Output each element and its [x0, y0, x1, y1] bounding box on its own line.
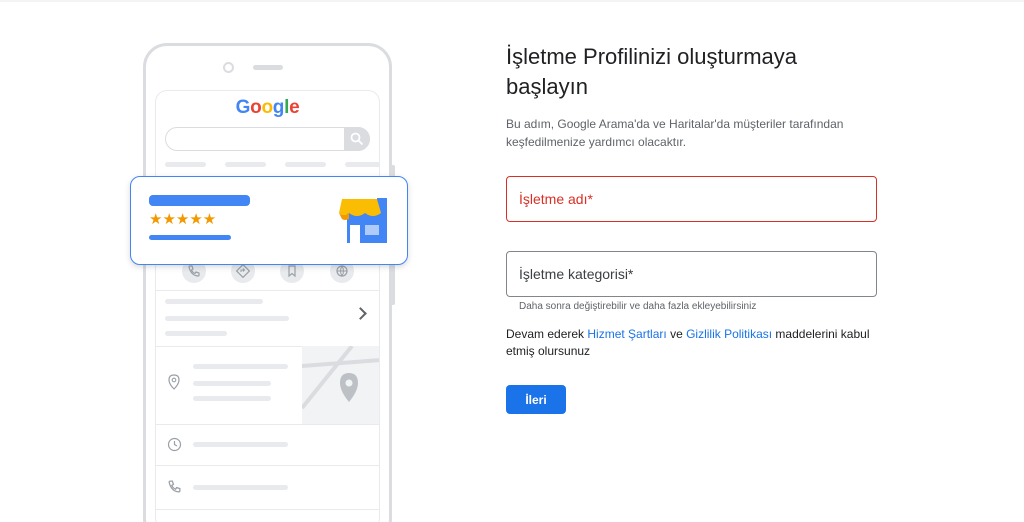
clock-icon [167, 437, 182, 452]
illustration-divider [156, 509, 379, 510]
privacy-policy-link[interactable]: Gizlilik Politikası [686, 327, 772, 341]
page-subtitle: Bu adım, Google Arama'da ve Haritalar'da… [506, 116, 886, 151]
illustration-tab [225, 162, 266, 167]
illustration-tab [345, 162, 379, 167]
page-title-line2: başlayın [506, 74, 588, 99]
star-glyphs: ★★★★★ [149, 211, 217, 228]
illustration-text-line [165, 299, 263, 304]
google-logo: Google [156, 97, 379, 119]
illustration-search-button [344, 127, 370, 151]
location-pin-icon [168, 374, 180, 390]
logo-letter-g2: g [272, 97, 285, 118]
logo-letter-e: e [289, 97, 300, 118]
terms-notice: Devam ederek Hizmet Şartları ve Gizlilik… [506, 326, 886, 360]
business-category-field[interactable] [506, 251, 877, 297]
phone-icon [188, 265, 200, 277]
illustration-search-bar [165, 127, 370, 151]
bookmark-icon [288, 265, 296, 278]
search-icon [350, 132, 364, 146]
illustration-text-line [193, 381, 271, 386]
directions-icon [236, 264, 250, 278]
top-divider [0, 0, 1024, 2]
phone-speaker [253, 65, 283, 70]
next-button[interactable]: İleri [506, 385, 566, 414]
terms-of-service-link[interactable]: Hizmet Şartları [587, 327, 666, 341]
page-title-line1: İşletme Profilinizi oluşturmaya [506, 44, 797, 69]
page-subtitle-line1: Bu adım, Google Arama'da ve Haritalar'da… [506, 117, 844, 131]
phone-camera [223, 62, 234, 73]
illustration-text-line [193, 396, 271, 401]
globe-icon [336, 265, 348, 277]
business-card-illustration: ★★★★★ [130, 176, 408, 265]
rating-stars: ★★★★★ [149, 212, 216, 228]
illustration-divider [156, 424, 379, 425]
illustration-text-line [193, 442, 288, 447]
storefront-icon [339, 198, 387, 243]
logo-letter-o2: o [261, 97, 273, 118]
page-subtitle-line2: keşfedilmenize yardımcı olacaktır. [506, 134, 687, 149]
phone-screen: Google [155, 90, 380, 522]
page-title: İşletme Profilinizi oluşturmaya başlayın [506, 42, 866, 102]
business-name-field[interactable] [506, 176, 877, 222]
terms-and: ve [666, 327, 687, 341]
business-name-input[interactable] [507, 177, 876, 221]
illustration-text-line [193, 485, 288, 490]
illustration-map [302, 346, 379, 424]
logo-letter-g: G [235, 97, 251, 118]
illustration-tab [165, 162, 206, 167]
illustration-divider [156, 465, 379, 466]
illustration-text-line [193, 364, 288, 369]
map-graphic [302, 346, 379, 410]
logo-letter-o1: o [250, 97, 262, 118]
phone-icon [168, 480, 181, 493]
category-helper-text: Daha sonra değiştirebilir ve daha fazla … [519, 301, 757, 312]
business-name-bar [149, 195, 250, 206]
illustration-divider [156, 290, 379, 291]
illustration-text-line [165, 316, 289, 321]
illustration-tab [285, 162, 326, 167]
chevron-right-icon [354, 307, 367, 320]
terms-prefix: Devam ederek [506, 327, 588, 341]
business-category-input[interactable] [507, 252, 876, 296]
business-detail-bar [149, 235, 231, 240]
illustration-text-line [165, 331, 227, 336]
